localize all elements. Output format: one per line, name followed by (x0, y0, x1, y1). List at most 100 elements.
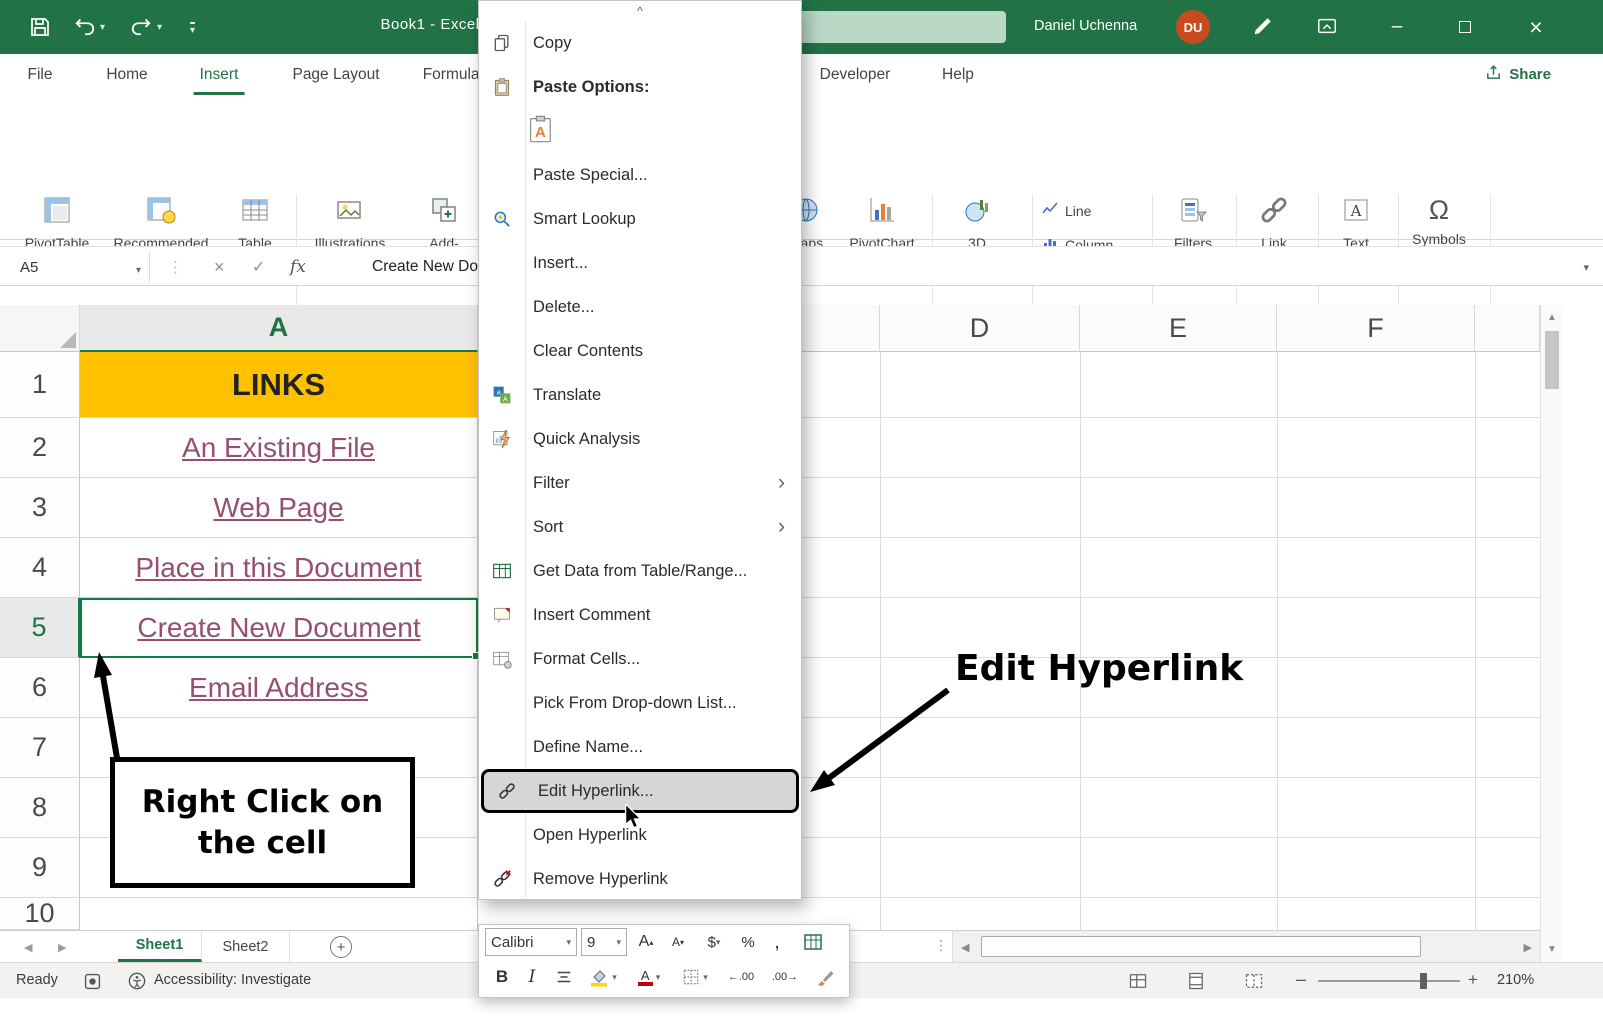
row-header-7[interactable]: 7 (0, 718, 80, 778)
tab-page-layout[interactable]: Page Layout (286, 54, 385, 95)
menu-item-clear-contents[interactable]: Clear Contents (479, 329, 801, 373)
cell-a3[interactable]: Web Page (80, 478, 478, 538)
scroll-left-icon[interactable]: ◀ (961, 941, 969, 954)
expand-formula-bar-icon[interactable]: ▾ (1583, 247, 1589, 287)
redo-button[interactable] (130, 15, 152, 37)
menu-scroll-up-icon[interactable]: ^ (479, 1, 801, 21)
cancel-icon[interactable]: × (214, 247, 225, 287)
normal-view-icon[interactable] (1128, 971, 1148, 995)
menu-item-insert-comment[interactable]: Insert Comment (479, 593, 801, 637)
search-box[interactable] (780, 11, 1006, 43)
column-header-e[interactable]: E (1080, 305, 1277, 352)
menu-item-copy[interactable]: Copy (479, 21, 801, 65)
tab-insert[interactable]: Insert (194, 54, 245, 95)
borders-button[interactable]: ▾ (675, 963, 715, 991)
zoom-slider-thumb[interactable] (1420, 973, 1427, 989)
name-box-dropdown-icon[interactable]: ▾ (136, 265, 141, 276)
tab-help[interactable]: Help (936, 54, 980, 95)
row-header-4[interactable]: 4 (0, 538, 80, 598)
pen-icon[interactable] (1252, 15, 1274, 37)
horizontal-scroll-thumb[interactable] (981, 936, 1421, 957)
horizontal-scrollbar[interactable]: ◀ ▶ (952, 931, 1540, 962)
font-size-select[interactable]: 9▾ (581, 928, 627, 956)
add-sheet-button[interactable]: + (330, 936, 352, 958)
tab-home[interactable]: Home (100, 54, 153, 95)
row-header-9[interactable]: 9 (0, 838, 80, 898)
comma-style-button[interactable]: , (765, 928, 789, 956)
zoom-level[interactable]: 210% (1497, 972, 1534, 988)
table-button[interactable]: Table (226, 194, 284, 252)
column-header-f[interactable]: F (1277, 305, 1475, 352)
align-center-button[interactable] (549, 963, 579, 991)
menu-item-paste-keep-formatting[interactable]: A (479, 109, 801, 153)
formula-bar-dots-icon[interactable]: ⋮ (168, 247, 183, 287)
sheet-tab-sheet1[interactable]: Sheet1 (118, 931, 202, 962)
accessibility-icon[interactable] (128, 972, 146, 994)
cell-a4[interactable]: Place in this Document (80, 538, 478, 598)
avatar[interactable]: DU (1176, 10, 1210, 44)
user-name[interactable]: Daniel Uchenna (1034, 18, 1137, 34)
column-header-partial[interactable] (1475, 305, 1540, 352)
percent-style-button[interactable]: % (735, 928, 761, 956)
menu-item-define-name[interactable]: Define Name... (479, 725, 801, 769)
minimize-button[interactable]: – (1374, 0, 1420, 54)
menu-item-sort[interactable]: Sort › (479, 505, 801, 549)
column-header-a[interactable]: A (80, 305, 478, 352)
filters-button[interactable]: Filters (1164, 194, 1222, 252)
cell-a6[interactable]: Email Address (80, 658, 478, 718)
font-name-select[interactable]: Calibri▾ (485, 928, 577, 956)
sparkline-line-button[interactable]: Line (1042, 201, 1091, 220)
name-box[interactable]: A5 ▾ (8, 252, 150, 282)
zoom-slider-track[interactable] (1318, 980, 1460, 982)
redo-dropdown-icon[interactable]: ▾ (157, 22, 162, 33)
cell-a10[interactable] (80, 898, 478, 930)
cell-a1[interactable]: LINKS (80, 352, 478, 418)
tab-developer[interactable]: Developer (814, 54, 897, 95)
menu-item-get-data[interactable]: Get Data from Table/Range... (479, 549, 801, 593)
menu-item-quick-analysis[interactable]: Quick Analysis (479, 417, 801, 461)
vertical-scrollbar[interactable]: ▲ ▼ (1540, 305, 1563, 962)
qat-customize-icon[interactable]: ▾ (190, 22, 195, 36)
shrink-font-button[interactable]: A▾ (663, 928, 693, 956)
row-header-6[interactable]: 6 (0, 658, 80, 718)
row-header-8[interactable]: 8 (0, 778, 80, 838)
row-header-10[interactable]: 10 (0, 898, 80, 930)
accessibility-status[interactable]: Accessibility: Investigate (154, 972, 311, 988)
font-color-button[interactable]: A▾ (629, 963, 669, 991)
menu-item-delete[interactable]: Delete... (479, 285, 801, 329)
increase-decimal-button[interactable]: ←.00 (721, 963, 761, 991)
page-layout-view-icon[interactable] (1186, 971, 1206, 995)
sheet-nav-right-icon[interactable]: ▶ (58, 941, 66, 954)
maximize-button[interactable] (1442, 0, 1488, 54)
sheet-nav-left-icon[interactable]: ◀ (24, 941, 32, 954)
save-icon[interactable] (28, 15, 52, 39)
row-header-1[interactable]: 1 (0, 352, 80, 418)
menu-item-paste-special[interactable]: Paste Special... (479, 153, 801, 197)
close-button[interactable]: × (1513, 0, 1559, 54)
scroll-right-icon[interactable]: ▶ (1524, 941, 1532, 954)
row-header-2[interactable]: 2 (0, 418, 80, 478)
italic-button[interactable]: I (519, 963, 545, 991)
menu-item-remove-hyperlink[interactable]: Remove Hyperlink (479, 857, 801, 901)
page-break-view-icon[interactable] (1244, 971, 1264, 995)
menu-item-smart-lookup[interactable]: Smart Lookup (479, 197, 801, 241)
row-header-3[interactable]: 3 (0, 478, 80, 538)
undo-button[interactable] (74, 15, 96, 37)
sheet-tab-sheet2[interactable]: Sheet2 (202, 931, 290, 962)
menu-item-paste-options[interactable]: Paste Options: (479, 65, 801, 109)
row-header-5[interactable]: 5 (0, 598, 80, 658)
zoom-in-button[interactable]: + (1468, 970, 1478, 990)
cell-a2[interactable]: An Existing File (80, 418, 478, 478)
share-button[interactable]: Share (1485, 54, 1551, 95)
bold-button[interactable]: B (489, 963, 515, 991)
scroll-down-icon[interactable]: ▼ (1541, 944, 1563, 955)
menu-item-translate[interactable]: aA Translate (479, 373, 801, 417)
grow-font-button[interactable]: A▴ (631, 928, 661, 956)
vertical-scroll-thumb[interactable] (1545, 331, 1559, 389)
menu-item-pick-from-list[interactable]: Pick From Drop-down List... (479, 681, 801, 725)
tab-file[interactable]: File (22, 54, 59, 95)
decrease-decimal-button[interactable]: .00→ (765, 963, 805, 991)
splitter-dots-icon[interactable]: ⋮ (934, 937, 948, 954)
fill-color-button[interactable]: ▾ (583, 963, 623, 991)
format-table-button[interactable] (797, 928, 829, 956)
